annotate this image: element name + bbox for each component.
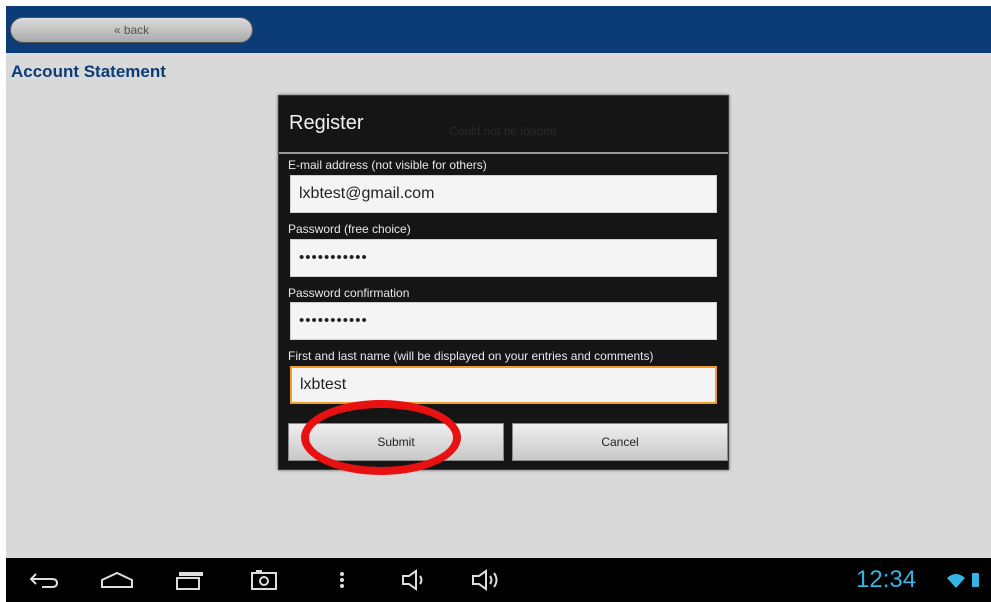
password-confirmation-label: Password confirmation [288,286,410,300]
back-button[interactable]: « back [10,17,253,43]
password-field[interactable]: ••••••••••• [290,239,717,277]
screenshot-icon[interactable] [246,566,282,594]
password-confirmation-field[interactable]: ••••••••••• [290,302,717,340]
email-field[interactable]: lxbtest@gmail.com [290,175,717,213]
menu-icon[interactable] [324,566,360,594]
top-bar: « back [6,6,991,53]
wifi-icon [946,573,966,594]
submit-button[interactable]: Submit [288,423,504,461]
page-title: Account Statement [11,62,166,81]
system-nav-bar: 12:34 [6,558,991,602]
battery-icon [972,573,979,587]
email-label: E-mail address (not visible for others) [288,158,487,172]
register-dialog: Register Could not be loaded E-mail addr… [278,95,729,470]
name-label: First and last name (will be displayed o… [288,349,654,363]
name-field[interactable]: lxbtest [290,366,717,404]
back-icon[interactable] [26,566,62,594]
cancel-button[interactable]: Cancel [512,423,728,461]
password-label: Password (free choice) [288,222,411,236]
dialog-title: Register [289,112,364,134]
volume-up-icon[interactable] [469,566,505,594]
home-icon[interactable] [99,566,135,594]
screen: « back Account Statement Register Could … [6,6,991,602]
volume-down-icon[interactable] [397,566,433,594]
background-message: Could not be loaded [449,124,557,138]
recent-apps-icon[interactable] [172,566,208,594]
dialog-divider [279,152,728,154]
clock: 12:34 [856,566,917,593]
